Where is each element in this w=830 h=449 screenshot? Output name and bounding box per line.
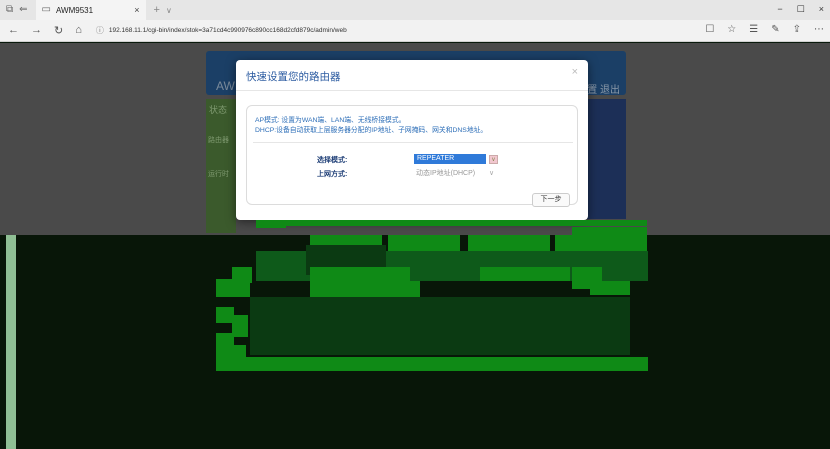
logout-link[interactable]: 置 退出 xyxy=(587,81,620,96)
glitch-bar xyxy=(6,235,16,449)
panel-divider xyxy=(253,142,573,143)
status-panel: 状态 路由器 运行时 xyxy=(206,99,236,233)
tab-bar: ⧉ ⇐ ▭ AWM9531 × + ∨ − ☐ × xyxy=(0,0,830,20)
minimize-icon[interactable]: − xyxy=(777,4,782,15)
glitch-block xyxy=(388,235,460,251)
side-item-router: 路由器 xyxy=(208,137,229,144)
glitch-block xyxy=(572,227,647,251)
reading-view-icon[interactable]: ☐ xyxy=(705,24,714,35)
close-window-icon[interactable]: × xyxy=(819,4,824,15)
glitch-block xyxy=(310,267,410,297)
desc-ap-line: AP模式: 设置为WAN端、LAN端、无线桥接模式。 xyxy=(255,117,406,124)
nav-buttons: ← → ↻ ⌂ xyxy=(0,24,82,37)
next-button[interactable]: 下一步 xyxy=(532,193,570,207)
dialog-title: 快速设置您的路由器 xyxy=(246,71,341,83)
mode-select-value[interactable]: REPEATER xyxy=(414,154,486,164)
glitch-block xyxy=(468,235,550,251)
back-icon[interactable]: ← xyxy=(8,24,19,37)
tab-title: AWM9531 xyxy=(55,5,94,15)
mode-description: AP模式: 设置为WAN端、LAN端、无线桥接模式。 DHCP:设备自动获取上层… xyxy=(255,116,487,136)
address-bar: ← → ↻ ⌂ ⓘ 192.168.11.1/cgi-bin/index/sto… xyxy=(0,20,830,42)
new-tab-icon[interactable]: + xyxy=(154,4,160,16)
toolbar-icons: ☐ ☆ ☰ ✎ ⇪ ⋯ xyxy=(705,24,824,35)
tab-close-icon[interactable]: × xyxy=(134,5,139,15)
glitch-block xyxy=(250,297,630,355)
chevron-down-icon[interactable]: ∨ xyxy=(489,154,498,164)
glitch-block xyxy=(285,220,647,226)
title-divider xyxy=(236,90,588,91)
internet-method-select[interactable]: 动态IP地址(DHCP) ∨ xyxy=(414,168,494,178)
glitch-block xyxy=(480,267,570,281)
desc-dhcp-line: DHCP:设备自动获取上层服务器分配的IP地址、子网掩码、网关和DNS地址。 xyxy=(255,127,488,134)
forward-icon[interactable]: → xyxy=(31,24,42,37)
maximize-icon[interactable]: ☐ xyxy=(797,4,805,15)
back-tabs-icon[interactable]: ⇐ xyxy=(19,5,27,15)
mode-label: 选择模式: xyxy=(317,157,348,164)
favorite-icon[interactable]: ☆ xyxy=(727,24,736,35)
router-brand: AW xyxy=(216,79,235,93)
status-tab[interactable]: 状态 xyxy=(209,103,227,116)
corrupted-region xyxy=(0,220,830,449)
internet-method-label: 上网方式: xyxy=(317,171,348,178)
tab-list-icon[interactable]: ∨ xyxy=(166,6,172,15)
chevron-down-icon[interactable]: ∨ xyxy=(489,169,494,177)
url-field[interactable]: ⓘ 192.168.11.1/cgi-bin/index/stok=3a71cd… xyxy=(96,23,696,39)
notes-icon[interactable]: ✎ xyxy=(771,24,779,35)
screen: ⧉ ⇐ ▭ AWM9531 × + ∨ − ☐ × ← → ↻ ⌂ ⓘ 192.… xyxy=(0,0,830,449)
side-item-runtime: 运行时 xyxy=(208,171,229,178)
dialog-close-icon[interactable]: × xyxy=(572,66,578,78)
mode-select[interactable]: REPEATER ∨ xyxy=(414,154,498,164)
tab-active[interactable]: ▭ AWM9531 × xyxy=(35,0,146,20)
share-icon[interactable]: ⇪ xyxy=(793,24,801,35)
window-controls: − ☐ × xyxy=(777,4,824,15)
more-icon[interactable]: ⋯ xyxy=(814,24,824,35)
page-icon: ▭ xyxy=(41,4,51,15)
quick-setup-dialog: 快速设置您的路由器 × AP模式: 设置为WAN端、LAN端、无线桥接模式。 D… xyxy=(236,60,588,220)
internet-method-value[interactable]: 动态IP地址(DHCP) xyxy=(414,168,486,178)
glitch-block xyxy=(256,220,286,228)
url-text[interactable]: 192.168.11.1/cgi-bin/index/stok=3a71cd4c… xyxy=(109,27,347,34)
refresh-icon[interactable]: ↻ xyxy=(54,24,63,37)
info-icon[interactable]: ⓘ xyxy=(96,25,104,36)
tab-bar-system-icons: ⧉ ⇐ xyxy=(0,5,28,15)
favorites-hub-icon[interactable]: ☰ xyxy=(749,24,758,35)
glitch-block xyxy=(232,315,248,337)
glitch-block xyxy=(590,281,630,295)
setup-panel: AP模式: 设置为WAN端、LAN端、无线桥接模式。 DHCP:设备自动获取上层… xyxy=(246,105,578,205)
home-icon[interactable]: ⌂ xyxy=(75,24,82,37)
tabs-aside-icon[interactable]: ⧉ xyxy=(6,5,13,15)
right-panel xyxy=(586,99,626,219)
glitch-block xyxy=(216,357,648,371)
glitch-block xyxy=(216,279,250,297)
